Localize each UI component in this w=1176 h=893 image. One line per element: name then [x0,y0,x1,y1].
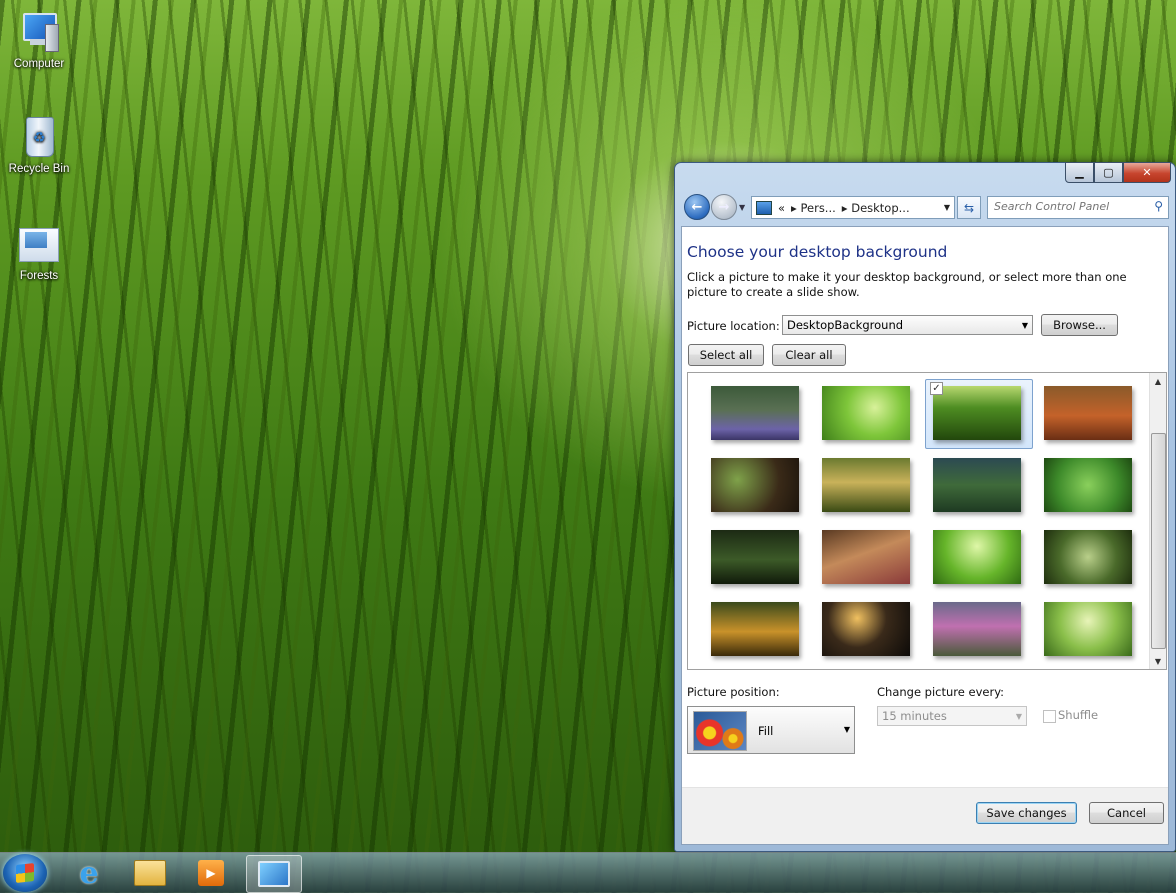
arrow-right-icon: → [718,199,730,215]
internet-explorer-icon: e [79,855,99,891]
folder-icon [17,222,61,266]
computer-icon [17,10,61,54]
back-button[interactable]: ← [684,194,710,220]
thumb-pine-forest[interactable] [933,458,1021,512]
picture-location-label: Picture location: [687,319,780,333]
scroll-down-icon[interactable]: ▼ [1150,653,1166,669]
shuffle-label: Shuffle [1058,708,1099,722]
desktop-icon-recycle-bin[interactable]: ♻ Recycle Bin [1,115,77,175]
thumb-autumn-path[interactable] [822,530,910,584]
dialog-footer: Save changes Cancel [682,787,1168,844]
navigation-bar: ← → ▼ « ▸ Pers... ▸ Desktop... ▼ ⇆ ⚲ [681,193,1169,221]
breadcrumb-overflow[interactable]: « [778,201,785,215]
thumbnail-checkbox[interactable]: ✓ [930,382,943,395]
thumb-bright-canopy[interactable] [933,530,1021,584]
search-icon[interactable]: ⚲ [1154,199,1163,213]
control-panel-icon [756,200,772,215]
caption-buttons: ▁ ▢ ✕ [1065,162,1171,183]
scroll-up-icon[interactable]: ▲ [1150,373,1166,389]
thumb-green-leaves[interactable] [822,386,910,440]
thumb-bluebell-forest[interactable] [711,386,799,440]
picture-position-value: Fill [758,724,774,738]
thumb-forest-creek[interactable] [822,602,910,656]
taskbar-personalization[interactable] [246,855,302,893]
taskbar-internet-explorer[interactable]: e [62,855,116,891]
taskbar-windows-explorer[interactable] [123,855,177,891]
recycle-bin-icon: ♻ [17,115,61,159]
save-changes-button[interactable]: Save changes [976,802,1077,824]
thumb-autumn-forest[interactable] [1044,386,1132,440]
recent-pages-dropdown[interactable]: ▼ [739,203,745,212]
breadcrumb-desktop-background[interactable]: ▸ Desktop... [842,201,910,215]
desktop-icon-label: Forests [19,270,59,282]
search-box: ⚲ [987,196,1169,219]
chevron-down-icon: ▼ [1015,711,1022,721]
cancel-button[interactable]: Cancel [1089,802,1164,824]
picture-position-preview [693,711,747,751]
media-player-icon: ▶ [198,860,224,886]
scrollbar-thumb[interactable] [1151,433,1166,649]
taskbar-media-player[interactable]: ▶ [184,855,238,891]
refresh-button[interactable]: ⇆ [957,196,981,219]
thumb-fern-closeup[interactable] [1044,458,1132,512]
desktop-icon-label: Recycle Bin [8,163,70,175]
page-description: Click a picture to make it your desktop … [687,270,1127,299]
picture-position-select[interactable]: Fill ▼ [687,706,855,754]
forward-button[interactable]: → [711,194,737,220]
address-bar[interactable]: « ▸ Pers... ▸ Desktop... ▼ [751,196,955,219]
thumb-dark-stream[interactable] [711,530,799,584]
page-title: Choose your desktop background [687,243,948,261]
windows-explorer-icon [134,860,166,886]
shuffle-checkbox[interactable] [1043,710,1056,723]
wallpaper-gallery: ✓ ▲ ▼ [687,372,1167,670]
select-all-button[interactable]: Select all [688,344,764,366]
thumb-bamboo-forest[interactable] [933,386,1021,440]
address-dropdown-icon[interactable]: ▼ [944,203,950,212]
thumb-golden-forest[interactable] [711,602,799,656]
windows-logo-icon [16,863,34,883]
content-pane: Choose your desktop background Click a p… [681,226,1169,845]
gallery-scrollbar[interactable]: ▲ ▼ [1149,373,1166,669]
personalization-icon [258,861,290,887]
thumb-fern-bokeh[interactable] [711,458,799,512]
start-button[interactable] [3,854,47,892]
thumb-green-meadow[interactable] [1044,602,1132,656]
clear-all-button[interactable]: Clear all [772,344,846,366]
picture-location-select[interactable]: DesktopBackground ▼ [782,315,1033,335]
refresh-icon: ⇆ [963,200,975,215]
picture-location-value: DesktopBackground [787,318,904,332]
browse-button[interactable]: Browse... [1041,314,1118,336]
search-input[interactable] [988,197,1144,216]
thumb-blossom-forest[interactable] [933,602,1021,656]
taskbar: e ▶ [0,852,1176,893]
picture-position-label: Picture position: [687,685,780,699]
personalization-window: ▁ ▢ ✕ ← → ▼ « ▸ Pers... ▸ Desktop... ▼ ⇆… [674,162,1176,852]
breadcrumb-personalization[interactable]: ▸ Pers... [791,201,836,215]
thumb-sunlit-forest-path[interactable] [822,458,910,512]
close-button[interactable]: ✕ [1123,162,1171,183]
arrow-left-icon: ← [691,199,703,215]
chevron-down-icon: ▼ [843,725,850,734]
chevron-down-icon: ▼ [1021,320,1028,330]
change-picture-interval-select[interactable]: 15 minutes ▼ [877,706,1027,726]
maximize-button[interactable]: ▢ [1094,162,1123,183]
thumb-misty-arch[interactable] [1044,530,1132,584]
desktop-icon-label: Computer [13,58,65,70]
change-picture-label: Change picture every: [877,685,1005,699]
desktop-icon-computer[interactable]: Computer [1,10,77,70]
minimize-button[interactable]: ▁ [1065,162,1094,183]
desktop-icon-forests[interactable]: Forests [1,222,77,282]
change-picture-interval-value: 15 minutes [882,709,947,723]
